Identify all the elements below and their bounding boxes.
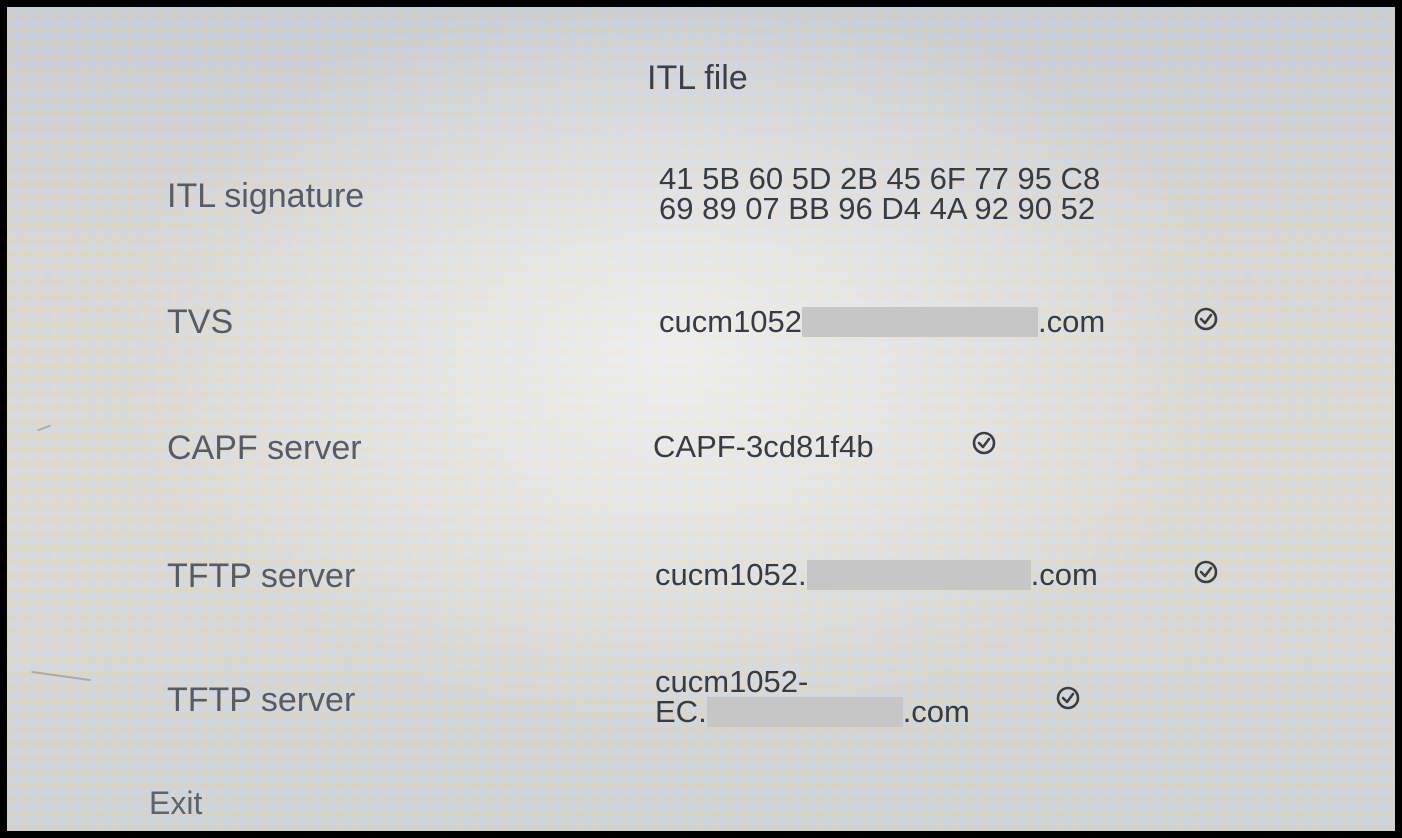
phone-screen: ITL file ITL signature 41 5B 60 5D 2B 45… [7,7,1395,831]
check-circle-icon [1194,307,1218,331]
page-title: ITL file [647,59,748,97]
tvs-host-suffix: .com [1038,304,1106,339]
check-circle-icon [1056,686,1080,710]
redacted-domain [806,560,1031,590]
screen-smudge [37,424,51,432]
tftp-ec-host-line-1: cucm1052- [655,664,809,699]
tftp-server-ec-value: cucm1052- EC. .com [655,664,970,729]
itl-signature-line-2: 69 89 07 BB 96 D4 4A 92 90 52 [659,191,1096,226]
tftp-server-label: TFTP server [167,557,356,595]
tftp-ec-host-suffix: .com [902,694,970,729]
tvs-host-prefix: cucm1052 [659,304,803,339]
capf-server-label: CAPF server [167,429,362,467]
check-circle-icon [972,431,996,455]
tftp-ec-host-prefix: EC. [655,694,707,729]
exit-softkey[interactable]: Exit [149,785,202,822]
itl-signature-line-1: 41 5B 60 5D 2B 45 6F 77 95 C8 [659,161,1101,196]
redacted-domain [706,697,903,727]
tvs-value: cucm1052 .com [659,304,1106,339]
capf-server-value: CAPF-3cd81f4b [653,429,874,464]
tftp-host-suffix: .com [1030,557,1098,592]
tvs-label: TVS [167,303,234,341]
screen-smudge [31,670,91,682]
tftp-server-ec-label: TFTP server [167,681,356,719]
itl-signature-label: ITL signature [167,177,365,215]
check-circle-icon [1194,560,1218,584]
tftp-host-prefix: cucm1052. [655,557,807,592]
tftp-ec-host-line-2: EC. .com [655,694,970,729]
tftp-server-value: cucm1052. .com [655,557,1098,592]
itl-signature-value: 41 5B 60 5D 2B 45 6F 77 95 C8 69 89 07 B… [659,161,1101,226]
redacted-domain [802,307,1039,337]
